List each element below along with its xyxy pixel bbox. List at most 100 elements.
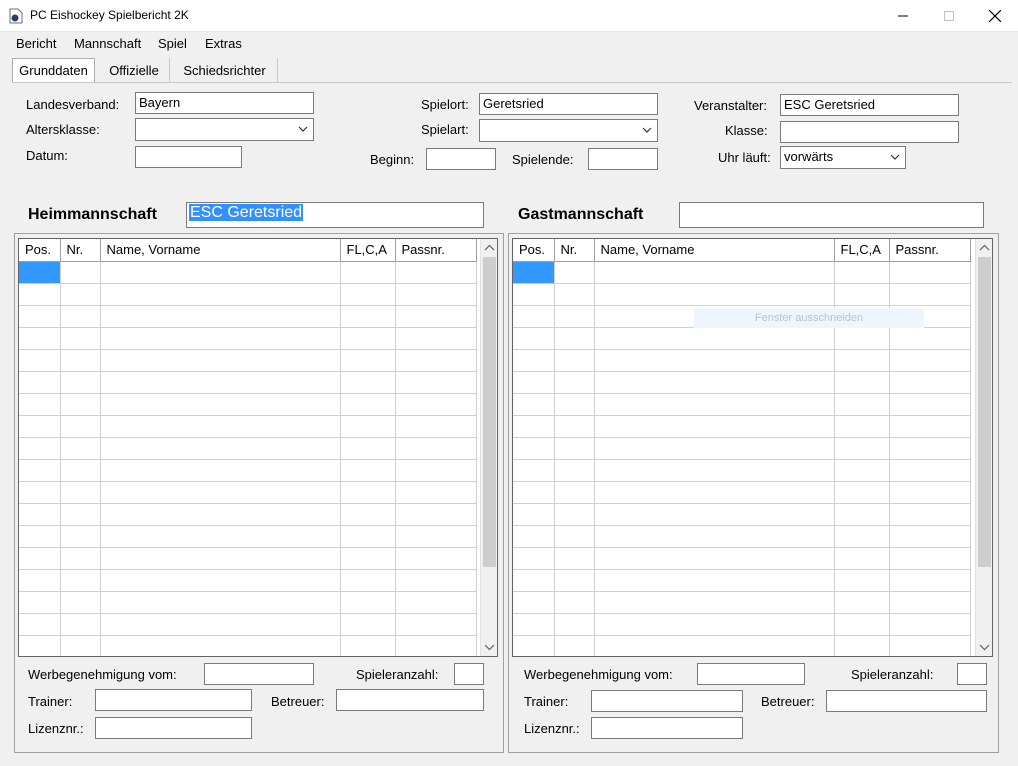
- menu-spiel[interactable]: Spiel: [158, 36, 187, 51]
- grid-cell[interactable]: [19, 261, 61, 284]
- table-row[interactable]: [19, 481, 477, 504]
- table-row[interactable]: [513, 635, 971, 656]
- grid-cell[interactable]: [100, 481, 341, 504]
- grid-cell[interactable]: [395, 261, 477, 284]
- grid-cell[interactable]: [19, 349, 61, 372]
- minimize-button[interactable]: [880, 0, 926, 31]
- grid-cell[interactable]: [395, 613, 477, 636]
- grid-cell[interactable]: [100, 305, 341, 328]
- table-row[interactable]: [513, 349, 971, 372]
- home-lizenz-input[interactable]: [95, 717, 252, 739]
- grid-cell[interactable]: [340, 459, 396, 482]
- grid-cell[interactable]: [340, 327, 396, 350]
- table-row[interactable]: [19, 283, 477, 306]
- grid-cell[interactable]: [60, 547, 101, 570]
- grid-cell[interactable]: [834, 437, 890, 460]
- grid-cell[interactable]: [889, 459, 971, 482]
- grid-cell[interactable]: [594, 569, 835, 592]
- grid-cell[interactable]: [834, 569, 890, 592]
- table-row[interactable]: [513, 569, 971, 592]
- grid-cell[interactable]: [19, 459, 61, 482]
- grid-cell[interactable]: [395, 283, 477, 306]
- grid-cell[interactable]: [340, 569, 396, 592]
- grid-cell[interactable]: [60, 635, 101, 656]
- grid-cell[interactable]: [340, 393, 396, 416]
- grid-cell[interactable]: [100, 547, 341, 570]
- grid-cell[interactable]: [594, 327, 835, 350]
- guest-trainer-input[interactable]: [591, 690, 743, 712]
- grid-cell[interactable]: [594, 481, 835, 504]
- grid-cell[interactable]: [395, 305, 477, 328]
- grid-cell[interactable]: [513, 525, 555, 548]
- grid-cell[interactable]: [100, 569, 341, 592]
- chevron-down-icon[interactable]: [979, 642, 990, 652]
- grid-cell[interactable]: [340, 283, 396, 306]
- table-row[interactable]: [19, 525, 477, 548]
- grid-cell[interactable]: [834, 349, 890, 372]
- tab-grunddaten[interactable]: Grunddaten: [12, 58, 95, 82]
- guest-player-grid[interactable]: Pos. Nr. Name, Vorname FL,C,A Passnr.: [512, 238, 993, 657]
- grid-cell[interactable]: [395, 349, 477, 372]
- grid-cell[interactable]: [513, 503, 555, 526]
- table-row[interactable]: [513, 503, 971, 526]
- grid-cell[interactable]: [554, 547, 595, 570]
- tab-offizielle[interactable]: Offizielle: [99, 58, 170, 82]
- grid-cell[interactable]: [834, 481, 890, 504]
- spielart-select[interactable]: [479, 119, 658, 142]
- grid-cell[interactable]: [395, 459, 477, 482]
- home-trainer-input[interactable]: [95, 689, 252, 711]
- grid-cell[interactable]: [60, 459, 101, 482]
- grid-cell[interactable]: [340, 305, 396, 328]
- grid-cell[interactable]: [100, 415, 341, 438]
- col-nr[interactable]: Nr.: [554, 239, 595, 262]
- grid-cell[interactable]: [594, 503, 835, 526]
- grid-cell[interactable]: [395, 591, 477, 614]
- grid-cell[interactable]: [889, 635, 971, 656]
- grid-cell[interactable]: [60, 371, 101, 394]
- grid-cell[interactable]: [60, 481, 101, 504]
- grid-cell[interactable]: [340, 415, 396, 438]
- grid-cell[interactable]: [513, 591, 555, 614]
- grid-cell[interactable]: [60, 525, 101, 548]
- grid-cell[interactable]: [834, 261, 890, 284]
- spielort-input[interactable]: Geretsried: [479, 93, 658, 115]
- grid-cell[interactable]: [100, 503, 341, 526]
- grid-cell[interactable]: [100, 459, 341, 482]
- grid-cell[interactable]: [100, 261, 341, 284]
- home-scroll-thumb[interactable]: [483, 257, 496, 567]
- col-name[interactable]: Name, Vorname: [594, 239, 835, 262]
- grid-cell[interactable]: [594, 349, 835, 372]
- spielende-input[interactable]: [588, 148, 658, 170]
- table-row[interactable]: [19, 503, 477, 526]
- grid-cell[interactable]: [554, 261, 595, 284]
- maximize-button[interactable]: [926, 0, 972, 31]
- grid-cell[interactable]: [889, 437, 971, 460]
- grid-cell[interactable]: [19, 635, 61, 656]
- grid-cell[interactable]: [395, 371, 477, 394]
- grid-cell[interactable]: [889, 283, 971, 306]
- landesverband-input[interactable]: Bayern: [135, 92, 314, 114]
- grid-cell[interactable]: [19, 371, 61, 394]
- table-row[interactable]: [19, 437, 477, 460]
- grid-cell[interactable]: [340, 547, 396, 570]
- table-row[interactable]: [513, 327, 971, 350]
- grid-cell[interactable]: [834, 371, 890, 394]
- grid-cell[interactable]: [100, 393, 341, 416]
- grid-cell[interactable]: [889, 591, 971, 614]
- close-button[interactable]: [972, 0, 1018, 31]
- grid-cell[interactable]: [594, 635, 835, 656]
- table-row[interactable]: [19, 261, 477, 284]
- grid-cell[interactable]: [60, 437, 101, 460]
- grid-cell[interactable]: [513, 283, 555, 306]
- grid-cell[interactable]: [19, 437, 61, 460]
- grid-cell[interactable]: [100, 635, 341, 656]
- grid-cell[interactable]: [834, 591, 890, 614]
- guest-scroll-thumb[interactable]: [978, 257, 991, 567]
- grid-cell[interactable]: [554, 305, 595, 328]
- menu-bericht[interactable]: Bericht: [16, 36, 56, 51]
- grid-cell[interactable]: [340, 371, 396, 394]
- grid-cell[interactable]: [554, 613, 595, 636]
- grid-cell[interactable]: [60, 349, 101, 372]
- grid-cell[interactable]: [834, 327, 890, 350]
- grid-cell[interactable]: [60, 283, 101, 306]
